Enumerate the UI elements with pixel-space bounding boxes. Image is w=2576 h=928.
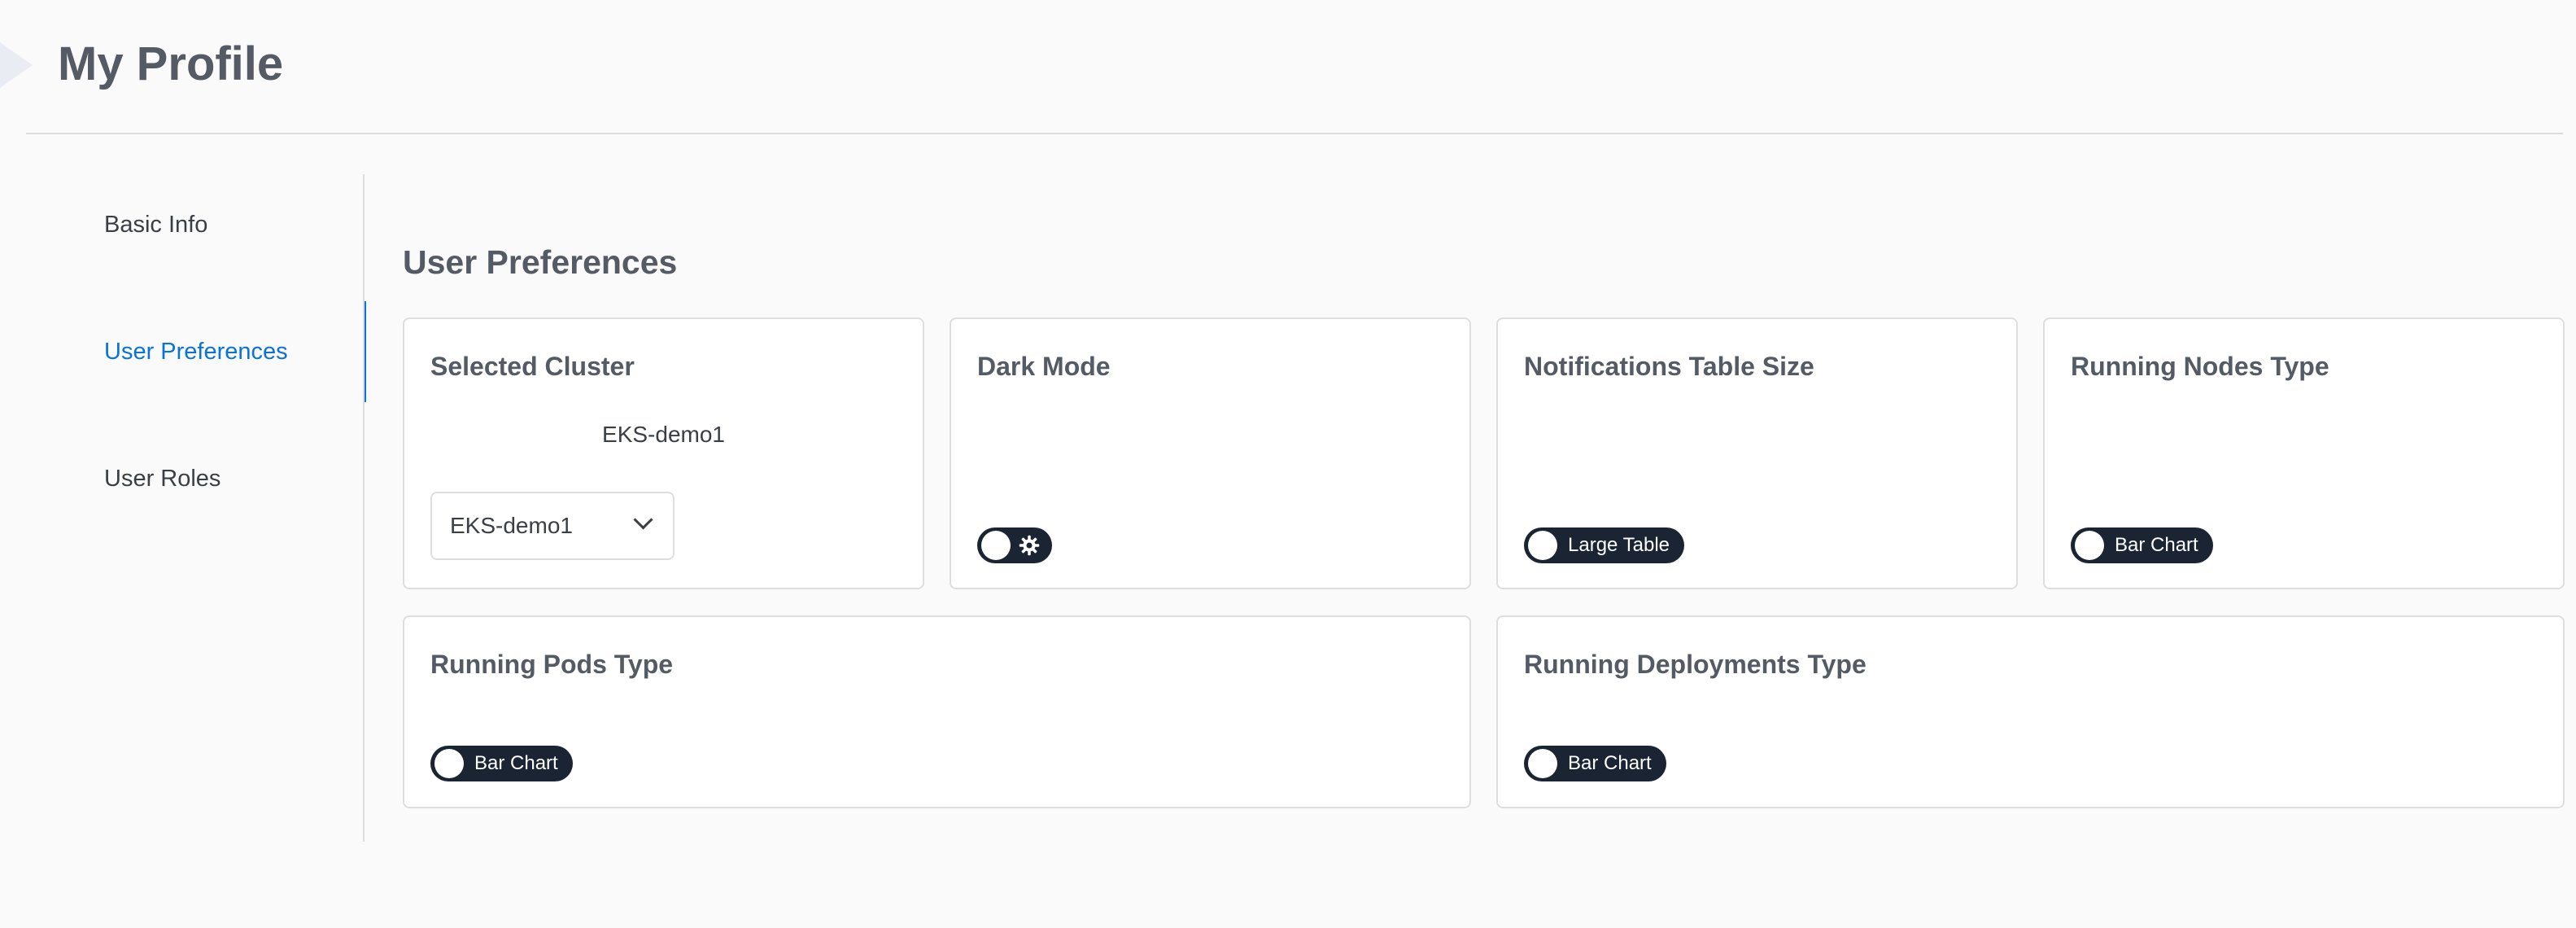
- page-title: My Profile: [58, 37, 284, 90]
- card-running-deployments-type: Running Deployments Type Bar Chart: [1496, 615, 2565, 808]
- chevron-down-icon: [633, 510, 653, 530]
- toggle-knob: [1528, 531, 1557, 560]
- card-running-nodes-type: Running Nodes Type Bar Chart: [2043, 317, 2565, 589]
- toggle-label: Bar Chart: [474, 752, 558, 774]
- toggle-knob: [2075, 531, 2104, 560]
- nav-item-label: User Roles: [104, 466, 221, 492]
- card-title: Selected Cluster: [430, 352, 635, 381]
- card-title: Notifications Table Size: [1524, 352, 1814, 381]
- side-nav-divider: [363, 174, 365, 842]
- toggle-label: Large Table: [1568, 534, 1670, 556]
- running-nodes-type-toggle[interactable]: Bar Chart: [2071, 527, 2213, 563]
- card-selected-cluster: Selected Cluster EKS-demo1 EKS-demo1: [403, 317, 924, 589]
- toggle-label: Bar Chart: [2115, 534, 2198, 556]
- card-running-pods-type: Running Pods Type Bar Chart: [403, 615, 1471, 808]
- nav-item-label: Basic Info: [104, 212, 208, 238]
- gear-icon: [1019, 535, 1040, 556]
- toggle-label: Bar Chart: [1568, 752, 1652, 774]
- dark-mode-toggle[interactable]: [977, 527, 1052, 563]
- section-title: User Preferences: [403, 243, 678, 281]
- card-dark-mode: Dark Mode: [950, 317, 1471, 589]
- card-title: Running Deployments Type: [1524, 650, 1867, 679]
- nav-item-label: User Preferences: [104, 339, 288, 365]
- profile-side-nav: Basic Info User Preferences User Roles: [0, 174, 366, 842]
- card-title: Running Nodes Type: [2071, 352, 2329, 381]
- nav-item-user-preferences[interactable]: User Preferences: [0, 301, 366, 402]
- current-cluster-name: EKS-demo1: [602, 422, 725, 447]
- card-title: Dark Mode: [977, 352, 1111, 381]
- card-notifications-table-size: Notifications Table Size Large Table: [1496, 317, 2018, 589]
- nav-item-user-roles[interactable]: User Roles: [0, 428, 366, 529]
- back-arrow-icon[interactable]: [0, 42, 33, 88]
- nav-item-basic-info[interactable]: Basic Info: [0, 174, 366, 275]
- cluster-select[interactable]: EKS-demo1: [430, 492, 675, 560]
- header-divider: [26, 133, 2563, 134]
- notifications-table-size-toggle[interactable]: Large Table: [1524, 527, 1684, 563]
- toggle-knob: [981, 531, 1011, 560]
- running-pods-type-toggle[interactable]: Bar Chart: [430, 746, 573, 781]
- toggle-knob: [1528, 749, 1557, 778]
- cluster-select-value: EKS-demo1: [450, 513, 573, 538]
- running-deployments-type-toggle[interactable]: Bar Chart: [1524, 746, 1666, 781]
- toggle-knob: [434, 749, 464, 778]
- card-title: Running Pods Type: [430, 650, 674, 679]
